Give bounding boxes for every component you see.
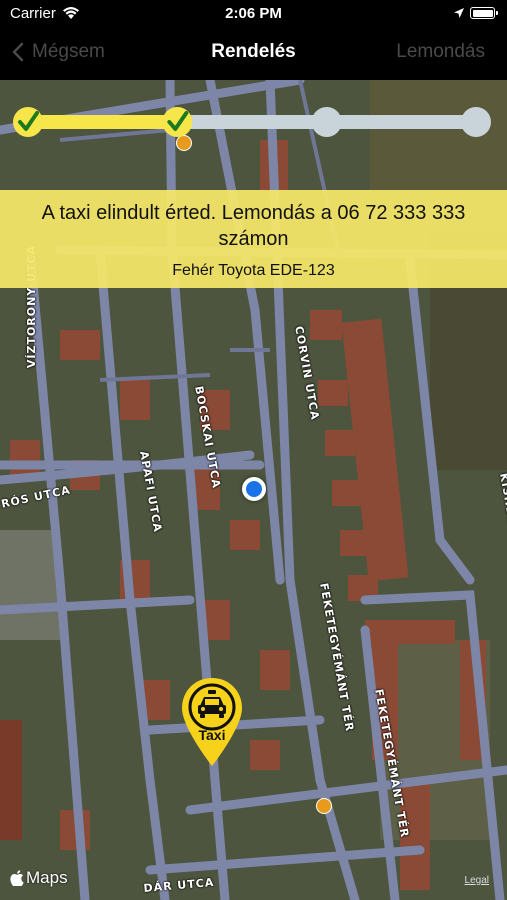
progress-step [162,107,193,137]
ride-status-banner: A taxi elindult érted. Lemondás a 06 72 … [0,190,507,288]
legal-link[interactable]: Legal [465,875,489,886]
progress-step [461,107,491,137]
battery-icon [470,7,498,19]
ride-status-message: A taxi elindult érted. Lemondás a 06 72 … [41,202,466,250]
progress-step [311,107,342,137]
progress-step [13,107,43,137]
progress-fill [28,115,178,129]
taxi-location-marker[interactable]: Taxi [180,676,244,768]
apple-logo-icon [10,870,24,886]
taxi-label: Taxi [198,727,226,743]
map-pin-icon [182,678,242,766]
order-progress-tracker [13,107,491,137]
maps-brand: Maps [10,868,68,888]
user-location-marker [242,477,266,501]
poi-marker[interactable] [316,798,332,814]
cancel-order-button[interactable]: Lemondás [396,41,485,63]
map-view[interactable]: VÍZTORONY UTCA CORVIN UTCA BOCSKAI UTCA … [0,80,507,900]
status-time: 2:06 PM [225,5,282,22]
status-bar: Carrier 2:06 PM [0,0,507,28]
navigation-bar: Mégsem Rendelés Lemondás [0,28,507,80]
maps-brand-label: Maps [26,868,68,887]
car-details: Fehér Toyota EDE-123 [172,262,335,279]
location-arrow-icon [454,8,464,18]
